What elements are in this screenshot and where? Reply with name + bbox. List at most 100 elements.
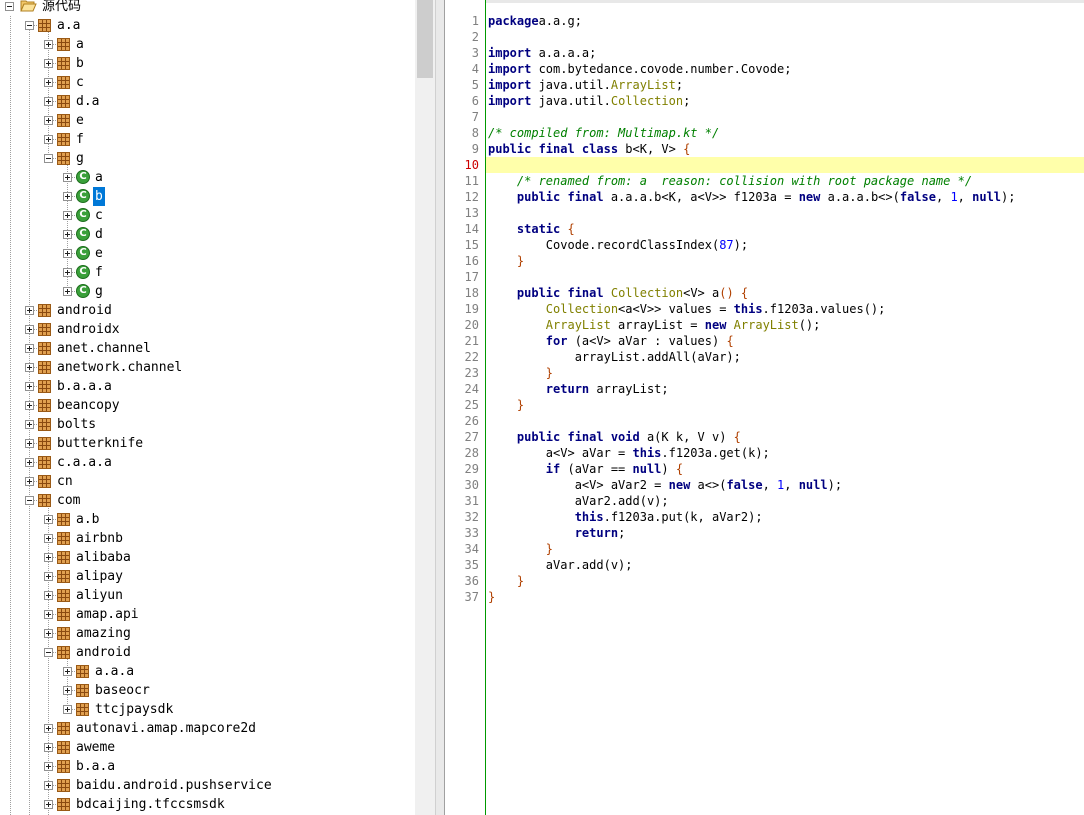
expand-toggle-icon[interactable] <box>63 667 72 676</box>
tree-class-item[interactable]: Ca <box>0 168 415 187</box>
expand-toggle-icon[interactable] <box>25 363 34 372</box>
expand-toggle-icon[interactable] <box>25 325 34 334</box>
tree-class-item[interactable]: Cg <box>0 282 415 301</box>
expand-toggle-icon[interactable] <box>25 477 34 486</box>
collapse-toggle-icon[interactable] <box>44 154 53 163</box>
code-line[interactable]: this.f1203a.put(k, aVar2); <box>486 509 1084 525</box>
code-line[interactable]: } <box>486 541 1084 557</box>
tree-class-item[interactable]: Cf <box>0 263 415 282</box>
code-line[interactable]: Covode.recordClassIndex(87); <box>486 237 1084 253</box>
tree-package-item[interactable]: bdcaijing.tfccsmsdk <box>0 795 415 814</box>
code-line[interactable] <box>486 413 1084 429</box>
code-line[interactable]: } <box>486 397 1084 413</box>
tree-package-item[interactable]: baidu.android.pushservice <box>0 776 415 795</box>
code-line[interactable]: public final void a(K k, V v) { <box>486 429 1084 445</box>
tree-package-item[interactable]: android <box>0 643 415 662</box>
code-line[interactable]: } <box>486 573 1084 589</box>
code-line[interactable]: /* renamed from: a reason: collision wit… <box>486 173 1084 189</box>
expand-toggle-icon[interactable] <box>44 59 53 68</box>
tree-package-item[interactable]: f <box>0 130 415 149</box>
code-line[interactable]: packagea.a.g; <box>486 13 1084 29</box>
tree-class-item[interactable]: Ce <box>0 244 415 263</box>
expand-toggle-icon[interactable] <box>44 97 53 106</box>
expand-toggle-icon[interactable] <box>63 287 72 296</box>
code-line[interactable]: import java.util.Collection; <box>486 93 1084 109</box>
tree-package-item[interactable]: androidx <box>0 320 415 339</box>
code-line[interactable]: aVar.add(v); <box>486 557 1084 573</box>
expand-toggle-icon[interactable] <box>44 534 53 543</box>
expand-toggle-icon[interactable] <box>25 458 34 467</box>
code-line[interactable] <box>486 205 1084 221</box>
code-line[interactable] <box>486 157 1084 173</box>
tree-package-item[interactable]: d.a <box>0 92 415 111</box>
code-line[interactable] <box>486 109 1084 125</box>
expand-toggle-icon[interactable] <box>44 629 53 638</box>
tree-package-item[interactable]: b.a.a <box>0 757 415 776</box>
tree-package-item[interactable]: alibaba <box>0 548 415 567</box>
expand-toggle-icon[interactable] <box>44 800 53 809</box>
expand-toggle-icon[interactable] <box>25 306 34 315</box>
expand-toggle-icon[interactable] <box>44 724 53 733</box>
expand-toggle-icon[interactable] <box>44 116 53 125</box>
code-editor[interactable]: 1 2 3 4 5 6 7 8 9 10 11 12 13 14 15 16 17 18 19 20 21 22 23 24 2… <box>444 0 1084 815</box>
expand-toggle-icon[interactable] <box>44 762 53 771</box>
expand-toggle-icon[interactable] <box>25 382 34 391</box>
code-area[interactable]: packagea.a.g; import a.a.a.a; import com.b… <box>486 0 1084 815</box>
tree-package-item[interactable]: butterknife <box>0 434 415 453</box>
code-line[interactable] <box>486 269 1084 285</box>
expand-toggle-icon[interactable] <box>44 610 53 619</box>
expand-toggle-icon[interactable] <box>25 439 34 448</box>
collapse-toggle-icon[interactable] <box>25 496 34 505</box>
tree-package-item[interactable]: com <box>0 491 415 510</box>
expand-toggle-icon[interactable] <box>44 40 53 49</box>
tree-package-item[interactable]: a <box>0 35 415 54</box>
code-line[interactable]: Collection<a<V>> values = this.f1203a.va… <box>486 301 1084 317</box>
code-line[interactable]: a<V> aVar = this.f1203a.get(k); <box>486 445 1084 461</box>
tree-root[interactable]: 源代码 <box>0 0 415 16</box>
tree-package-item[interactable]: anetwork.channel <box>0 358 415 377</box>
code-line[interactable]: public final a.a.a.b<K, a<V>> f1203a = n… <box>486 189 1084 205</box>
expand-toggle-icon[interactable] <box>63 230 72 239</box>
tree-package-item[interactable]: b.a.a.a <box>0 377 415 396</box>
code-line[interactable]: arrayList.addAll(aVar); <box>486 349 1084 365</box>
code-line[interactable]: aVar2.add(v); <box>486 493 1084 509</box>
tree-package-item[interactable]: aweme <box>0 738 415 757</box>
tree-package-item[interactable]: android <box>0 301 415 320</box>
tree-package-item[interactable]: aliyun <box>0 586 415 605</box>
tree-scrollbar-thumb[interactable] <box>417 0 433 78</box>
tree-package-item[interactable]: cn <box>0 472 415 491</box>
tree-package-item[interactable]: a.b <box>0 510 415 529</box>
expand-toggle-icon[interactable] <box>44 553 53 562</box>
tree-package-item[interactable]: alipay <box>0 567 415 586</box>
tree-package-item[interactable]: amazing <box>0 624 415 643</box>
tree-package-item[interactable]: b <box>0 54 415 73</box>
code-line[interactable]: import com.bytedance.covode.number.Covod… <box>486 61 1084 77</box>
code-line[interactable]: } <box>486 589 1084 605</box>
tree-package-item[interactable]: bolts <box>0 415 415 434</box>
code-line[interactable]: /* compiled from: Multimap.kt */ <box>486 125 1084 141</box>
tree-package-item[interactable]: a.a <box>0 16 415 35</box>
source-tree-panel[interactable]: 源代码 a.a a b c d.a e f g Ca Cb Cc Cd Ce Cf Cg android andr… <box>0 0 415 815</box>
code-line[interactable]: ArrayList arrayList = new ArrayList(); <box>486 317 1084 333</box>
collapse-toggle-icon[interactable] <box>5 2 14 11</box>
code-line[interactable]: if (aVar == null) { <box>486 461 1084 477</box>
tree-package-item[interactable]: airbnb <box>0 529 415 548</box>
tree-package-item[interactable]: g <box>0 149 415 168</box>
expand-toggle-icon[interactable] <box>44 591 53 600</box>
collapse-toggle-icon[interactable] <box>25 21 34 30</box>
tree-class-item[interactable]: Cc <box>0 206 415 225</box>
code-line[interactable]: a<V> aVar2 = new a<>(false, 1, null); <box>486 477 1084 493</box>
expand-toggle-icon[interactable] <box>63 192 72 201</box>
expand-toggle-icon[interactable] <box>44 515 53 524</box>
tree-class-item[interactable]: Cd <box>0 225 415 244</box>
tree-package-item[interactable]: e <box>0 111 415 130</box>
tree-package-item[interactable]: baseocr <box>0 681 415 700</box>
tree-package-item[interactable]: ttcjpaysdk <box>0 700 415 719</box>
code-line[interactable]: for (a<V> aVar : values) { <box>486 333 1084 349</box>
code-line[interactable]: } <box>486 253 1084 269</box>
expand-toggle-icon[interactable] <box>44 743 53 752</box>
code-line[interactable]: return; <box>486 525 1084 541</box>
code-line[interactable]: import java.util.ArrayList; <box>486 77 1084 93</box>
expand-toggle-icon[interactable] <box>63 705 72 714</box>
expand-toggle-icon[interactable] <box>44 781 53 790</box>
